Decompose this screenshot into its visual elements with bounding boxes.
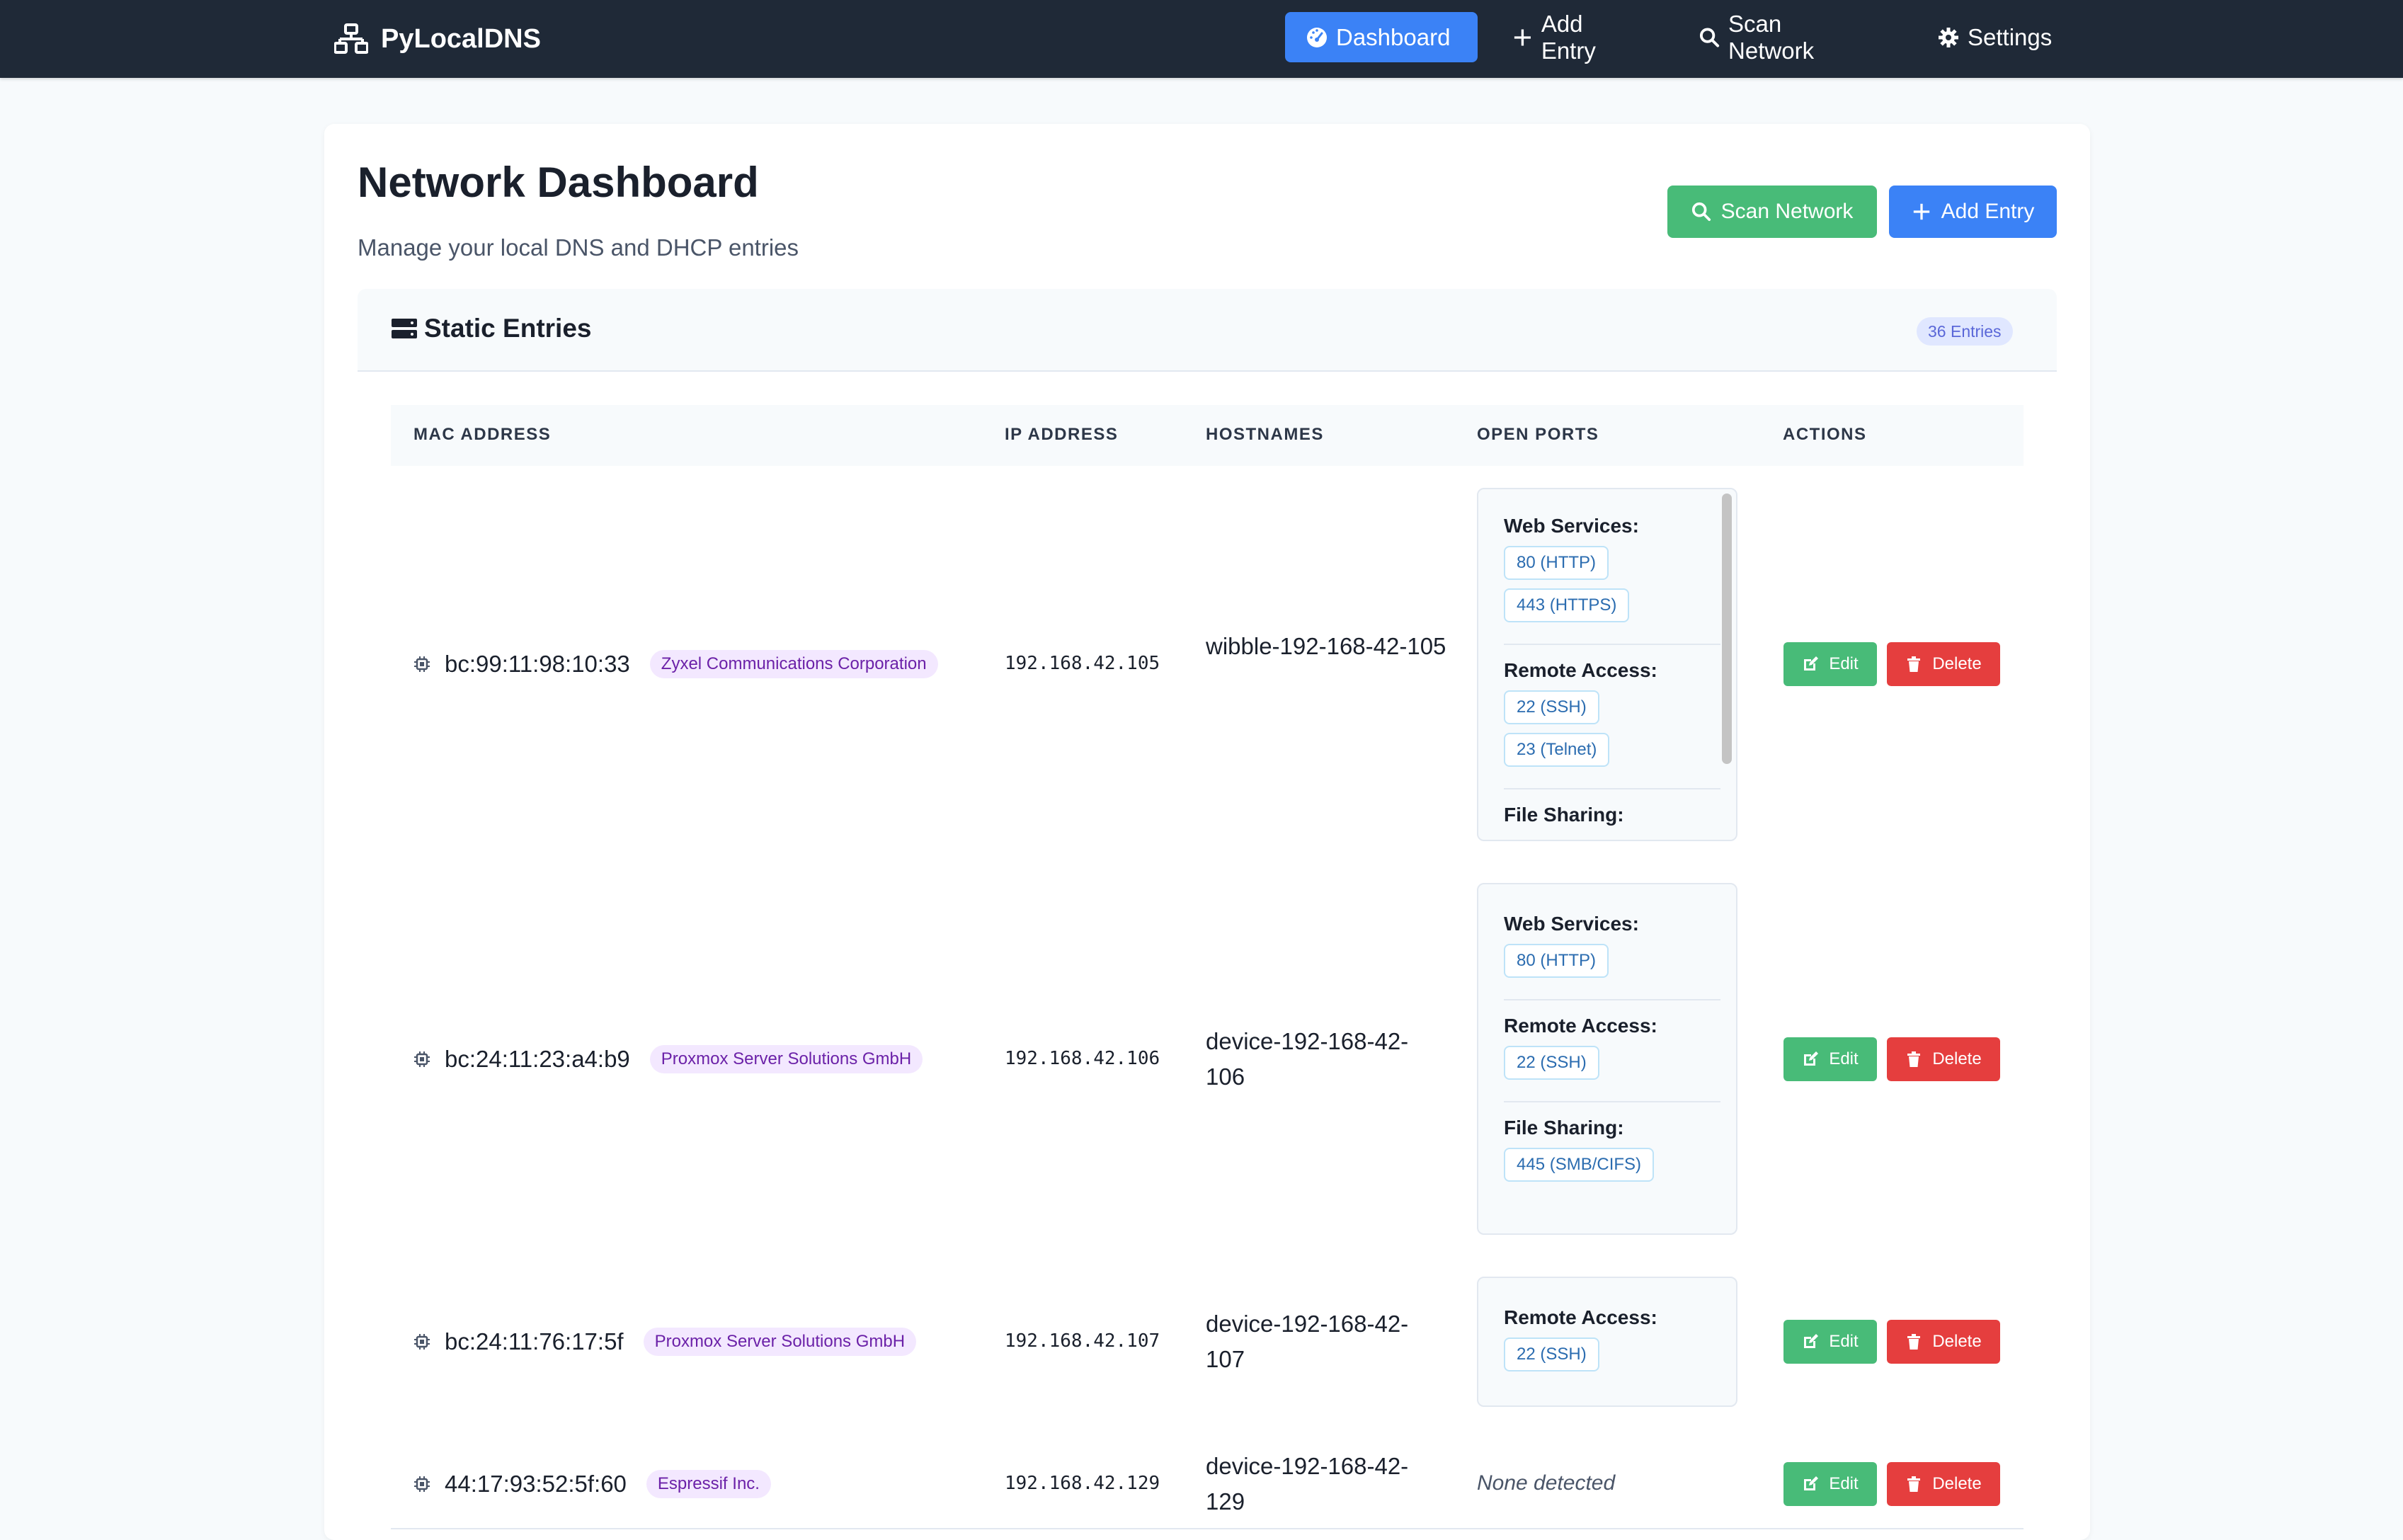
vendor-badge: Proxmox Server Solutions GmbH bbox=[649, 1045, 923, 1073]
edit-button[interactable]: Edit bbox=[1783, 642, 1877, 686]
delete-button[interactable]: Delete bbox=[1887, 1037, 2000, 1081]
mac-address: bc:99:11:98:10:33 bbox=[445, 651, 630, 677]
mac-address: bc:24:11:76:17:5f bbox=[445, 1328, 624, 1354]
microchip-icon bbox=[414, 1476, 430, 1492]
port-tag: 22 (SSH) bbox=[1504, 1337, 1599, 1371]
search-icon bbox=[1691, 202, 1711, 222]
edit-icon bbox=[1804, 1051, 1819, 1066]
microchip-icon bbox=[414, 1334, 430, 1350]
port-tag: 80 (HTTP) bbox=[1504, 546, 1609, 580]
mac-cell: bc:99:11:98:10:33 Zyxel Communications C… bbox=[413, 647, 938, 681]
section-title: Static Entries bbox=[392, 314, 591, 343]
edit-icon bbox=[1804, 1334, 1819, 1348]
port-group: Remote Access: 22 (SSH) 23 (Telnet) bbox=[1504, 659, 1720, 789]
ip-address: 192.168.42.129 bbox=[1005, 1473, 1160, 1494]
port-group: Web Services: 80 (HTTP) 443 (HTTPS) bbox=[1504, 515, 1720, 645]
col-mac-address: MAC ADDRESS bbox=[413, 425, 552, 444]
plus-icon bbox=[1913, 203, 1929, 220]
col-hostnames: HOSTNAMES bbox=[1206, 425, 1324, 444]
mac-address: 44:17:93:52:5f:60 bbox=[445, 1471, 627, 1497]
ip-address: 192.168.42.107 bbox=[1005, 1330, 1160, 1352]
port-category: Web Services: bbox=[1504, 913, 1639, 935]
ip-address: 192.168.42.106 bbox=[1005, 1048, 1160, 1069]
tachometer-icon bbox=[1307, 27, 1327, 47]
col-ip-address: IP ADDRESS bbox=[1005, 425, 1119, 444]
mac-cell: bc:24:11:76:17:5f Proxmox Server Solutio… bbox=[413, 1325, 917, 1359]
edit-button[interactable]: Edit bbox=[1783, 1462, 1877, 1506]
mac-cell: 44:17:93:52:5f:60 Espressif Inc. bbox=[413, 1467, 771, 1501]
vendor-badge: Proxmox Server Solutions GmbH bbox=[643, 1328, 917, 1356]
trash-icon bbox=[1907, 1476, 1921, 1492]
port-tag: 22 (SSH) bbox=[1504, 690, 1599, 724]
trash-icon bbox=[1907, 656, 1921, 672]
nav-add-entry[interactable]: Add Entry bbox=[1491, 11, 1661, 64]
port-tag: 443 (HTTPS) bbox=[1504, 588, 1630, 622]
plus-icon bbox=[1514, 28, 1531, 46]
delete-button[interactable]: Delete bbox=[1887, 642, 2000, 686]
port-category: File Sharing: bbox=[1504, 1117, 1624, 1139]
open-ports-panel: Web Services: 80 (HTTP) Remote Access: 2… bbox=[1477, 883, 1737, 1235]
delete-button[interactable]: Delete bbox=[1887, 1462, 2000, 1506]
port-tag: 445 (SMB/CIFS) bbox=[1504, 1148, 1655, 1182]
port-group: File Sharing: bbox=[1504, 804, 1720, 840]
port-tag: 80 (HTTP) bbox=[1504, 944, 1609, 978]
nav-scan-network[interactable]: Scan Network bbox=[1678, 11, 1890, 64]
port-category: Remote Access: bbox=[1504, 659, 1657, 681]
col-actions: ACTIONS bbox=[1783, 425, 1867, 444]
add-entry-button[interactable]: Add Entry bbox=[1889, 186, 2057, 238]
microchip-icon bbox=[414, 656, 430, 672]
edit-button[interactable]: Edit bbox=[1783, 1320, 1877, 1364]
no-ports-text: None detected bbox=[1477, 1471, 1616, 1495]
brand-name: PyLocalDNS bbox=[381, 23, 541, 54]
top-navbar: PyLocalDNS Dashboard Add Entry Scan Netw… bbox=[0, 0, 2403, 78]
port-category: Web Services: bbox=[1504, 515, 1639, 537]
hostname: device-192-168-42-129 bbox=[1206, 1453, 1409, 1515]
open-ports-panel[interactable]: Web Services: 80 (HTTP) 443 (HTTPS) Remo… bbox=[1477, 488, 1737, 841]
brand[interactable]: PyLocalDNS bbox=[334, 20, 541, 58]
edit-button[interactable]: Edit bbox=[1783, 1037, 1877, 1081]
hostname: wibble-192-168-42-105 bbox=[1206, 633, 1446, 659]
port-group: Web Services: 80 (HTTP) bbox=[1504, 913, 1720, 1000]
mac-address: bc:24:11:23:a4:b9 bbox=[445, 1046, 630, 1072]
delete-button[interactable]: Delete bbox=[1887, 1320, 2000, 1364]
network-icon bbox=[334, 23, 368, 54]
page-title: Network Dashboard bbox=[358, 159, 759, 206]
ip-address: 192.168.42.105 bbox=[1005, 653, 1160, 674]
port-category: Remote Access: bbox=[1504, 1306, 1657, 1328]
mac-cell: bc:24:11:23:a4:b9 Proxmox Server Solutio… bbox=[413, 1042, 923, 1076]
vendor-badge: Espressif Inc. bbox=[646, 1470, 771, 1498]
scan-network-button[interactable]: Scan Network bbox=[1667, 186, 1877, 238]
nav-dashboard[interactable]: Dashboard bbox=[1285, 12, 1478, 62]
port-category: Remote Access: bbox=[1504, 1015, 1657, 1037]
port-group: File Sharing: 445 (SMB/CIFS) bbox=[1504, 1117, 1720, 1203]
edit-icon bbox=[1804, 656, 1819, 671]
microchip-icon bbox=[414, 1051, 430, 1067]
vendor-badge: Zyxel Communications Corporation bbox=[649, 650, 938, 678]
entries-count-badge: 36 Entries bbox=[1917, 317, 2013, 346]
port-group: Remote Access: 22 (SSH) bbox=[1504, 1306, 1720, 1393]
edit-icon bbox=[1804, 1476, 1819, 1490]
trash-icon bbox=[1907, 1334, 1921, 1350]
section-header bbox=[358, 289, 2057, 372]
hostname: device-192-168-42-106 bbox=[1206, 1028, 1409, 1090]
col-open-ports: OPEN PORTS bbox=[1477, 425, 1599, 444]
port-tag: 22 (SSH) bbox=[1504, 1046, 1599, 1080]
open-ports-panel: Remote Access: 22 (SSH) bbox=[1477, 1277, 1737, 1407]
trash-icon bbox=[1907, 1051, 1921, 1067]
page-subtitle: Manage your local DNS and DHCP entries bbox=[358, 234, 799, 261]
gear-icon bbox=[1939, 27, 1958, 47]
search-icon bbox=[1699, 27, 1720, 47]
server-icon bbox=[392, 319, 417, 338]
port-group: Remote Access: 22 (SSH) bbox=[1504, 1015, 1720, 1102]
port-tag: 23 (Telnet) bbox=[1504, 733, 1610, 767]
nav-settings[interactable]: Settings bbox=[1917, 12, 2079, 62]
port-category: File Sharing: bbox=[1504, 804, 1624, 826]
hostname: device-192-168-42-107 bbox=[1206, 1311, 1409, 1372]
ports-scrollbar[interactable] bbox=[1722, 494, 1732, 764]
